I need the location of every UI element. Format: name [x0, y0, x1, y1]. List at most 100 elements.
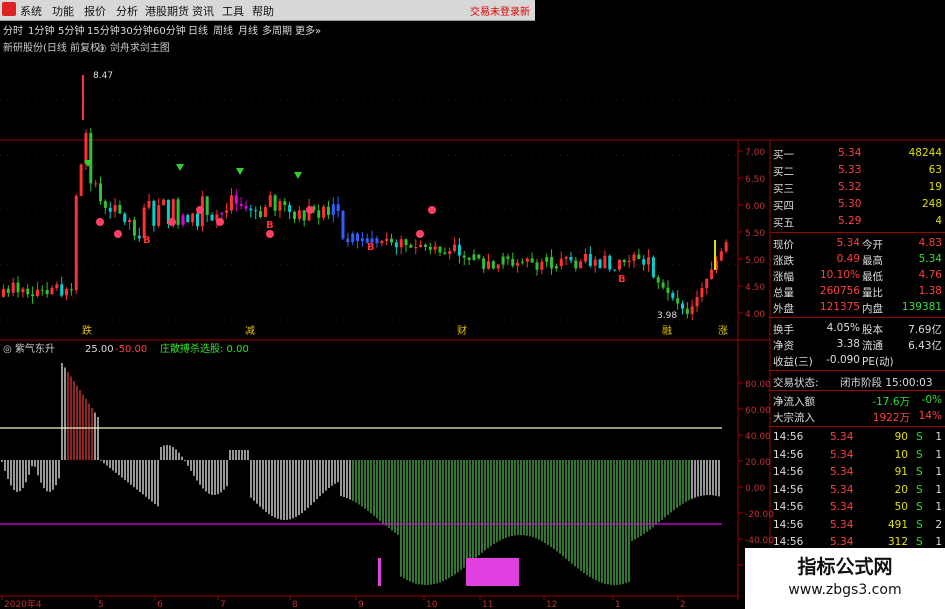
stat-label: 外盘 — [773, 303, 794, 315]
candle-body — [598, 259, 602, 269]
candle-body — [535, 262, 539, 270]
bid-volume: 248 — [921, 198, 942, 210]
candle-body — [40, 289, 44, 291]
candle-body — [118, 205, 122, 214]
stat-value-2: 4.76 — [918, 269, 942, 281]
quote-row: 收益(三) -0.090 PE(动) — [770, 352, 945, 369]
quote-row: 14:56 5.34 91 S 1 — [770, 464, 945, 481]
stat-value-2: 4.83 — [918, 237, 942, 249]
stat-label: 总量 — [773, 287, 794, 299]
candle-body — [89, 132, 93, 184]
candle-body — [574, 260, 578, 269]
candle-body — [710, 269, 714, 279]
candle-body — [632, 254, 636, 261]
indicator-axis-label: 60.00 — [745, 406, 771, 416]
bid-volume: 48244 — [908, 147, 942, 159]
stat-label-2: 流通 — [862, 340, 883, 352]
candle-body — [695, 297, 699, 307]
tick-volume: 91 — [894, 466, 908, 478]
bid-price: 5.34 — [838, 147, 862, 159]
indicator-axis-label: 80.00 — [745, 380, 771, 390]
quote-row: 买三 5.32 19 — [770, 179, 945, 196]
event-marker-1: 跌 — [82, 324, 92, 337]
watermark-title: 指标公式网 — [797, 556, 893, 578]
buy-signal-icon — [96, 218, 104, 226]
flow-value: -17.6万 — [872, 396, 910, 408]
candle-body — [31, 294, 35, 296]
tick-side: S — [916, 483, 923, 496]
price-axis-label: 5.50 — [745, 229, 765, 239]
quote-row: 买一 5.34 48244 — [770, 145, 945, 162]
quote-row: 买五 5.29 4 — [770, 213, 945, 230]
stat-label: 涨幅 — [773, 271, 794, 283]
candle-body — [297, 210, 301, 219]
stat-value: 3.38 — [836, 338, 860, 350]
candle-body — [16, 282, 20, 293]
tick-side: S — [916, 466, 923, 478]
candle-body — [113, 205, 117, 212]
candle-body — [336, 204, 340, 211]
candle-body — [152, 200, 156, 226]
candle-body — [123, 213, 127, 223]
candle-body — [322, 206, 326, 218]
tick-time: 14:56 — [773, 431, 804, 443]
tick-price: 5.34 — [830, 501, 854, 513]
quote-row: 买二 5.33 63 — [770, 162, 945, 179]
indicator-axis-label: 40.00 — [745, 432, 771, 442]
quote-row: 14:56 5.34 90 S 1 — [770, 429, 945, 446]
date-axis-label: 6 — [157, 600, 163, 609]
candle-body — [283, 201, 287, 206]
quote-row: 现价 5.34 今开 4.83 — [770, 235, 945, 252]
tick-time: 14:56 — [773, 518, 804, 531]
sell-signal-icon — [236, 168, 244, 175]
candle-body — [399, 239, 403, 248]
tick-price: 5.34 — [830, 536, 854, 548]
b-signal-label: B — [618, 274, 626, 285]
candle-body — [579, 261, 583, 269]
candle-body — [685, 308, 689, 314]
quote-row: 涨幅 10.10% 最低 4.76 — [770, 267, 945, 284]
stat-label-2: 最高 — [862, 255, 883, 267]
candle-body — [351, 233, 355, 243]
candle-body — [244, 206, 248, 209]
stat-label-2: PE(动) — [862, 356, 894, 368]
candle-body — [467, 257, 471, 260]
tick-time: 14:56 — [773, 501, 804, 513]
candle-body — [443, 252, 447, 254]
candle-body — [196, 213, 199, 227]
date-axis-label: 2020年4 — [4, 598, 42, 609]
candle-body — [550, 257, 554, 269]
event-marker-4: 融 — [662, 325, 672, 337]
candle-body — [157, 205, 161, 226]
indicator-chart[interactable]: ◎ 紫气东升 25.00 -50.00 庄散搏杀选股: 0.00 80.00 60… — [0, 342, 774, 586]
candle-body — [530, 258, 534, 263]
candle-body — [438, 246, 442, 253]
buy-signal-icon — [196, 206, 204, 214]
buy-signal-icon — [428, 206, 436, 214]
tick-count: 1 — [935, 483, 942, 496]
tick-volume: 10 — [894, 448, 908, 461]
candle-body — [608, 255, 612, 270]
candle-body — [453, 244, 457, 252]
candle-body — [74, 195, 78, 291]
candle-body — [676, 298, 680, 304]
bid-price: 5.29 — [838, 215, 862, 227]
candle-body — [293, 211, 296, 219]
event-marker-2: 减 — [245, 325, 255, 337]
quote-row: 14:56 5.34 50 S 1 — [770, 499, 945, 516]
bid-label: 买四 — [773, 200, 794, 212]
candle-body — [462, 255, 466, 258]
candle-body — [724, 242, 728, 252]
stat-label-2: 今开 — [862, 239, 883, 251]
candle-body — [428, 246, 432, 250]
candle-body — [273, 195, 277, 211]
stat-label: 换手 — [773, 324, 794, 336]
candle-body — [11, 282, 15, 293]
candle-body — [666, 287, 670, 293]
tick-volume: 20 — [894, 483, 908, 496]
price-axis-label: 5.00 — [745, 256, 765, 266]
candle-body — [108, 207, 112, 212]
trade-status-value: 闭市阶段 15:00:03 — [840, 377, 933, 389]
candle-body — [99, 183, 102, 202]
candle-body — [656, 277, 660, 283]
